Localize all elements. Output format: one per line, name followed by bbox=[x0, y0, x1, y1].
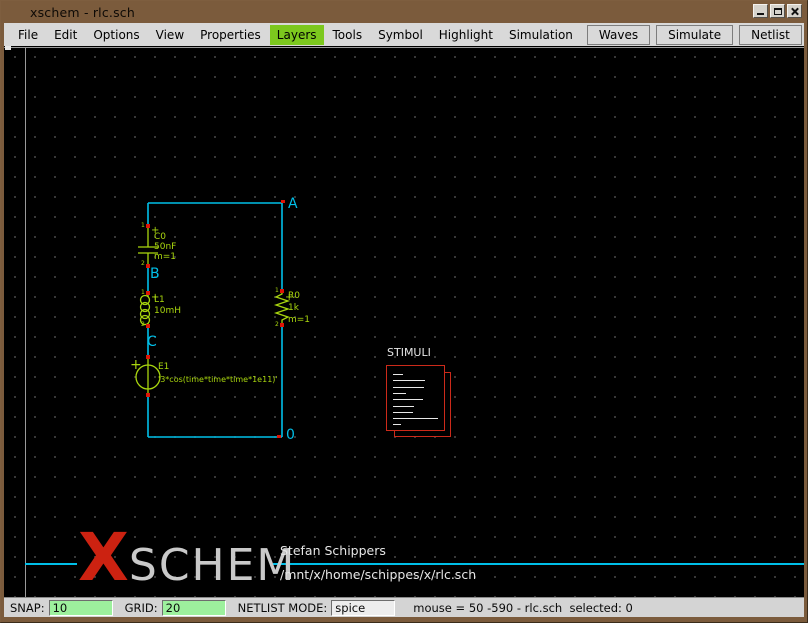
maximize-button[interactable] bbox=[770, 4, 785, 18]
netlist-mode-input[interactable]: spice bbox=[331, 600, 395, 616]
menu-items: FileEditOptionsViewPropertiesLayersTools… bbox=[10, 23, 581, 46]
grid-input[interactable]: 20 bbox=[162, 600, 226, 616]
stimuli-text-line bbox=[393, 418, 438, 419]
resistor-pin2: 2 bbox=[275, 322, 279, 328]
inductor-value: 10mH bbox=[154, 307, 181, 316]
footer-rule-left bbox=[25, 563, 77, 565]
statusbar: SNAP: 10 GRID: 20 NETLIST MODE: spice mo… bbox=[4, 597, 804, 617]
snap-label: SNAP: bbox=[10, 601, 45, 615]
capacitor-value: 50nF bbox=[154, 243, 176, 252]
net-label-0: 0 bbox=[286, 428, 295, 442]
net-label-b: B bbox=[150, 267, 160, 281]
menu-item-symbol[interactable]: Symbol bbox=[371, 25, 430, 45]
stimuli-text-line bbox=[393, 424, 401, 425]
capacitor-plus: + bbox=[151, 226, 159, 236]
stimuli-text-line bbox=[393, 412, 413, 413]
close-icon bbox=[790, 7, 799, 16]
circuit-wires[interactable] bbox=[148, 203, 282, 437]
logo-x-glyph: X bbox=[78, 532, 127, 585]
close-button[interactable] bbox=[787, 4, 802, 18]
source-plus: + bbox=[130, 358, 142, 372]
capacitor-mult: m=1 bbox=[154, 253, 176, 262]
menubar: FileEditOptionsViewPropertiesLayersTools… bbox=[4, 23, 804, 46]
menu-item-simulation[interactable]: Simulation bbox=[502, 25, 580, 45]
stimuli-text-line bbox=[393, 399, 423, 400]
inductor-plus: + bbox=[151, 293, 159, 303]
capacitor-pin2: 2 bbox=[141, 261, 145, 267]
titlebar[interactable]: xschem - rlc.sch bbox=[4, 0, 804, 23]
file-path: /mnt/x/home/schippes/x/rlc.sch bbox=[280, 567, 476, 582]
netlist-mode-label: NETLIST MODE: bbox=[238, 601, 328, 615]
waves-button[interactable]: Waves bbox=[587, 25, 650, 45]
menu-item-options[interactable]: Options bbox=[86, 25, 146, 45]
stimuli-symbol[interactable] bbox=[386, 365, 445, 431]
stimuli-text-line bbox=[393, 393, 406, 394]
menu-item-file[interactable]: File bbox=[11, 25, 45, 45]
maximize-icon bbox=[774, 8, 782, 15]
resistor-mult: m=1 bbox=[288, 316, 310, 325]
menu-item-edit[interactable]: Edit bbox=[47, 25, 84, 45]
menu-item-layers[interactable]: Layers bbox=[270, 25, 324, 45]
net-label-a: A bbox=[288, 197, 298, 211]
menu-toolbar-buttons: WavesSimulateNetlistHelp bbox=[581, 23, 808, 46]
net-label-c: C bbox=[147, 335, 157, 349]
schematic-canvas[interactable]: ABC0C050nFm=1L110mHR01km=1E1'3*cos(time*… bbox=[4, 46, 804, 597]
xschem-window: xschem - rlc.sch FileEditOptionsViewProp… bbox=[0, 0, 808, 623]
capacitor-pin1: 1 bbox=[141, 223, 145, 229]
window-title: xschem - rlc.sch bbox=[30, 5, 135, 20]
xschem-logo: X SCHEM bbox=[78, 532, 296, 585]
grid-label: GRID: bbox=[125, 601, 158, 615]
inductor-pin1: 1 bbox=[141, 290, 145, 296]
logo-text: SCHEM bbox=[129, 548, 297, 583]
mouse-status: mouse = 50 -590 - rlc.sch selected: 0 bbox=[413, 601, 633, 615]
menu-item-tools[interactable]: Tools bbox=[326, 25, 370, 45]
menu-item-highlight[interactable]: Highlight bbox=[432, 25, 500, 45]
minimize-icon bbox=[757, 13, 764, 15]
inductor-pin2: 2 bbox=[141, 322, 145, 328]
schematic-drawing[interactable] bbox=[4, 46, 804, 597]
stimuli-text-line bbox=[393, 380, 425, 381]
netlist-button[interactable]: Netlist bbox=[739, 25, 802, 45]
window-controls bbox=[753, 4, 802, 18]
stimuli-text-line bbox=[393, 387, 424, 388]
resistor-value: 1k bbox=[288, 304, 299, 313]
footer-rule-right bbox=[273, 563, 804, 565]
pin-markers bbox=[146, 200, 285, 438]
menu-item-properties[interactable]: Properties bbox=[193, 25, 268, 45]
menu-item-view[interactable]: View bbox=[149, 25, 191, 45]
stimuli-text-line bbox=[393, 374, 403, 375]
stimuli-text-line bbox=[393, 406, 414, 407]
simulate-button[interactable]: Simulate bbox=[656, 25, 733, 45]
snap-input[interactable]: 10 bbox=[49, 600, 113, 616]
minimize-button[interactable] bbox=[753, 4, 768, 18]
resistor-plus: + bbox=[285, 293, 293, 303]
stimuli-title: STIMULI bbox=[387, 347, 431, 358]
author-credit: Stefan Schippers bbox=[280, 543, 386, 558]
source-name: E1 bbox=[158, 363, 169, 372]
resistor-pin1: 1 bbox=[275, 288, 279, 294]
source-value: '3*cos(time*time*time*1e11)' bbox=[158, 376, 278, 384]
